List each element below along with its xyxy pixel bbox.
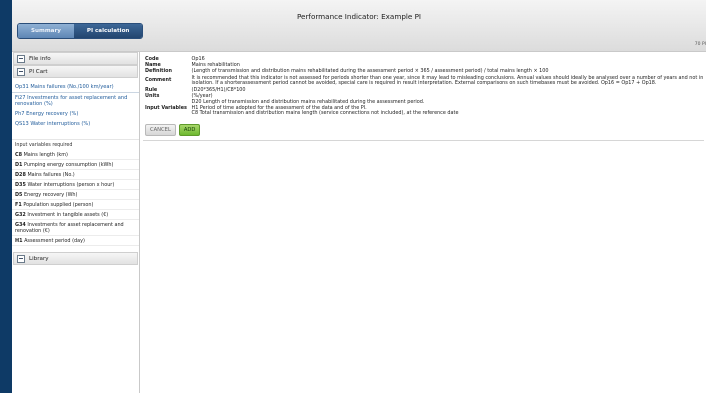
list-item: H1 Assessment period (day) (12, 236, 139, 246)
pi-detail-table: Code Op16 Name Mains rehabilitation Defi… (145, 56, 706, 117)
input-variable: C8 Total transmission and distribution m… (191, 110, 459, 117)
cancel-button[interactable]: CANCEL (145, 124, 176, 137)
tab-pi-calculation[interactable]: PI calculation (73, 24, 143, 38)
panel-pi-cart[interactable]: PI Cart (13, 65, 138, 78)
pi-detail: Code Op16 Name Mains rehabilitation Defi… (141, 52, 706, 393)
top-bar: Performance Indicator: Example PI Summar… (12, 0, 706, 52)
app-window: Performance Indicator: Example PI Summar… (12, 0, 706, 393)
zoom-indicator: 70 PI (694, 42, 706, 47)
input-variables-label: Input Variables (145, 104, 187, 111)
list-item: D28 Mains failures (No.) (12, 170, 139, 180)
cart-item[interactable]: Fi27 Investments for asset replacement a… (12, 93, 139, 109)
sidebar: File info PI Cart Op31 Mains failures (N… (12, 52, 140, 393)
variables-list: C8 Mains length (km) D1 Pumping energy c… (12, 150, 139, 246)
panel-library-label: Library (29, 255, 49, 262)
tab-group: Summary PI calculation (17, 23, 144, 39)
add-button[interactable]: ADD (178, 124, 201, 137)
expand-icon (17, 254, 25, 263)
panel-pi-cart-label: PI Cart (29, 68, 48, 75)
page-title: Performance Indicator: Example PI (296, 12, 422, 21)
list-item: C8 Mains length (km) (12, 150, 139, 160)
cart-item[interactable]: Op31 Mains failures (No./100 km/year) (12, 82, 139, 93)
panel-file-info[interactable]: File info (13, 52, 138, 65)
list-item: D1 Pumping energy consumption (kWh) (12, 160, 139, 170)
pi-cart-list: Op31 Mains failures (No./100 km/year) Fi… (12, 82, 139, 129)
action-buttons: CANCEL ADD (145, 124, 706, 137)
list-item: D35 Water interruptions (person x hour) (12, 180, 139, 190)
list-item: D5 Energy recovery (Wh) (12, 190, 139, 200)
comment-label: Comment (145, 77, 172, 84)
tab-summary[interactable]: Summary (18, 24, 74, 38)
divider (143, 140, 704, 142)
collapse-icon (17, 67, 25, 76)
cart-item[interactable]: Ph7 Energy recovery (%) (12, 109, 139, 119)
required-variables-label: Input variables required (12, 139, 139, 150)
list-item: F1 Population supplied (person) (12, 200, 139, 210)
comment-value: It is recommended that this indicator is… (191, 74, 704, 87)
list-item: G34 Investments for asset replacement an… (12, 220, 139, 236)
panel-file-info-label: File info (29, 55, 51, 62)
cart-item[interactable]: QS13 Water interruptions (%) (12, 119, 139, 129)
list-item: G32 Investment in tangible assets (€) (12, 210, 139, 220)
input-variables-value: D20 Length of transmission and distribut… (191, 99, 706, 117)
collapse-icon (17, 54, 25, 63)
panel-library[interactable]: Library (13, 252, 138, 265)
